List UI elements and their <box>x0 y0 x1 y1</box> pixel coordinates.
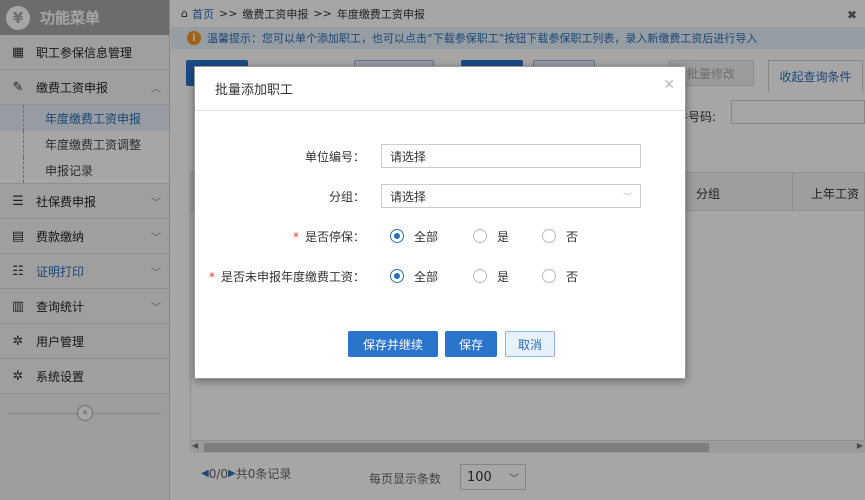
radio-label: 是 <box>497 269 510 284</box>
radio-label: 是 <box>497 229 510 244</box>
stop-radio-yes[interactable]: 是 <box>473 228 509 245</box>
modal-title: 批量添加职工 <box>195 67 685 111</box>
radio-unchecked-icon <box>542 269 556 283</box>
group-label: 分组： <box>328 189 365 204</box>
unit-label: 单位编号： <box>304 149 365 164</box>
stop-label: * 是否停保： <box>293 228 365 245</box>
group-value: 请选择 <box>390 189 427 204</box>
close-icon[interactable]: ✕ <box>663 77 675 93</box>
radio-label: 否 <box>566 229 579 244</box>
unreported-radio-all[interactable]: 全部 <box>390 268 438 285</box>
unit-row: 单位编号： 请选择 <box>195 143 687 169</box>
required-mark: * <box>208 269 215 284</box>
radio-unchecked-icon <box>542 229 556 243</box>
radio-label: 否 <box>566 269 579 284</box>
radio-label: 全部 <box>414 229 439 244</box>
cancel-button[interactable]: 取消 <box>505 331 555 357</box>
batch-add-modal: 批量添加职工 ✕ 单位编号： 请选择 分组： 请选择 ﹀ * 是否停保： 全部 是… <box>194 66 686 379</box>
unit-input[interactable]: 请选择 <box>381 144 641 168</box>
unreported-radio-no[interactable]: 否 <box>542 268 578 285</box>
stop-radio-no[interactable]: 否 <box>542 228 578 245</box>
stop-label-text: 是否停保： <box>304 229 365 244</box>
radio-unchecked-icon <box>473 269 487 283</box>
stop-radio-all[interactable]: 全部 <box>390 228 438 245</box>
save-continue-button[interactable]: 保存并继续 <box>348 331 438 357</box>
group-row: 分组： 请选择 ﹀ <box>195 183 687 209</box>
stop-insurance-row: * 是否停保： 全部 是 否 <box>195 223 687 249</box>
unreported-radio-yes[interactable]: 是 <box>473 268 509 285</box>
unreported-label: * 是否未申报年度缴费工资： <box>209 268 365 285</box>
unit-value: 请选择 <box>390 149 427 164</box>
radio-checked-icon <box>390 269 404 283</box>
unreported-row: * 是否未申报年度缴费工资： 全部 是 否 <box>195 263 687 289</box>
radio-checked-icon <box>390 229 404 243</box>
group-select[interactable]: 请选择 ﹀ <box>381 184 641 208</box>
chevron-down-icon: ﹀ <box>622 192 632 203</box>
required-mark: * <box>292 229 299 244</box>
radio-unchecked-icon <box>473 229 487 243</box>
save-button[interactable]: 保存 <box>445 331 497 357</box>
unreported-label-text: 是否未申报年度缴费工资： <box>220 269 365 284</box>
radio-label: 全部 <box>414 269 439 284</box>
